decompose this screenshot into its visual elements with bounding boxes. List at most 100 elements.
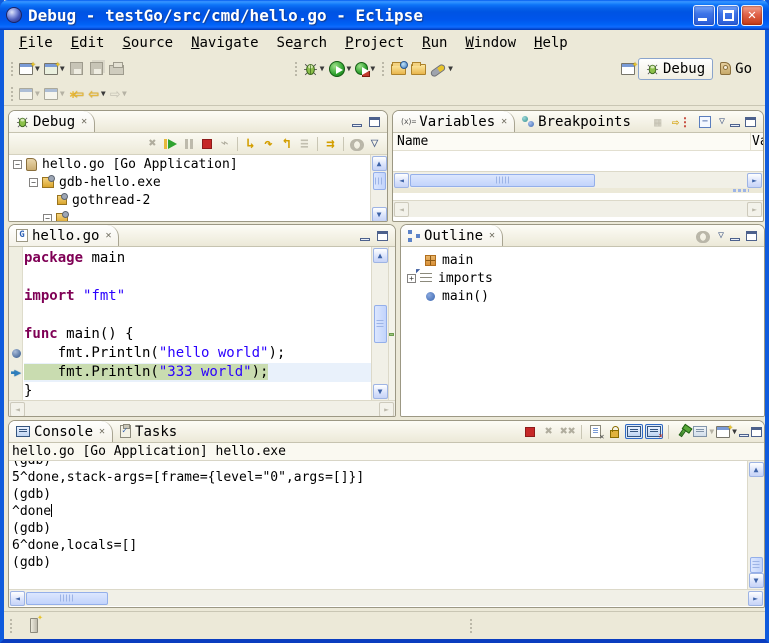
instruction-pointer-icon[interactable]: ▬▶ [10, 363, 22, 382]
scroll-lock-button[interactable] [606, 423, 623, 441]
tab-editor-hello-go[interactable]: G hello.go ✕ [9, 225, 119, 246]
code-line[interactable]: func main() { [24, 325, 371, 344]
close-tab-icon[interactable]: ✕ [489, 230, 495, 241]
menu-edit[interactable]: Edit [62, 33, 114, 54]
debug-view-extra-button[interactable] [348, 135, 365, 153]
console-terminate-button[interactable] [521, 423, 538, 441]
expand-expander-icon[interactable]: + [407, 274, 416, 283]
resume-button[interactable] [162, 135, 179, 153]
step-into-button[interactable]: ↳ [242, 135, 259, 153]
code-line[interactable]: fmt.Println("333 world"); [24, 363, 371, 382]
minimize-view-icon[interactable] [360, 238, 370, 241]
column-name[interactable]: Name [397, 134, 428, 149]
view-menu-icon[interactable]: ▽ [718, 230, 724, 241]
collapse-all-button[interactable]: − [696, 113, 714, 131]
breakpoint-marker-icon[interactable] [10, 344, 22, 363]
console-vertical-scrollbar[interactable]: ▲ ▼ [747, 461, 764, 589]
console-horizontal-scrollbar[interactable]: ◄ ► [9, 589, 764, 606]
show-stdout-toggle[interactable] [625, 424, 643, 439]
forward-button[interactable]: ⇨▼ [108, 83, 129, 105]
open-snippets-button[interactable] [388, 58, 408, 80]
perspective-debug-button[interactable]: Debug [638, 58, 713, 80]
menu-run[interactable]: Run [413, 33, 456, 54]
back-button[interactable]: ⇦▼ [87, 83, 108, 105]
toolbar-handle[interactable] [380, 60, 385, 77]
close-button[interactable]: ✕ [741, 5, 763, 26]
debug-tree-row-partial[interactable]: − [9, 209, 387, 222]
new-wizard-button[interactable]: ✦▼ [17, 58, 42, 80]
close-tab-icon[interactable]: ✕ [99, 426, 105, 437]
tab-debug[interactable]: Debug ✕ [9, 111, 95, 132]
code-line[interactable]: package main [24, 249, 371, 268]
outline-item-package[interactable]: main [401, 251, 764, 269]
use-step-filters-button[interactable]: ⇉ [322, 135, 339, 153]
save-all-button[interactable] [87, 58, 107, 80]
toolbar-handle[interactable] [9, 60, 14, 77]
code-line[interactable] [24, 268, 371, 287]
detail-horizontal-scrollbar[interactable]: ◄ ► [393, 200, 763, 217]
maximize-view-icon[interactable] [369, 117, 380, 127]
toolbar-handle[interactable] [9, 85, 14, 102]
menu-project[interactable]: Project [336, 33, 413, 54]
disconnect-button[interactable]: ⌁ [216, 135, 233, 153]
variables-detail-pane[interactable]: ◄ ► [393, 193, 763, 217]
scroll-down-icon[interactable]: ▼ [373, 384, 388, 399]
tab-tasks[interactable]: Tasks [113, 421, 184, 442]
close-tab-icon[interactable]: ✕ [501, 116, 507, 127]
search-button[interactable]: ▼ [428, 58, 455, 80]
minimize-view-icon[interactable] [730, 238, 740, 241]
remove-terminated-button[interactable]: ✖ [144, 135, 161, 153]
show-type-names-button[interactable]: ▦ [649, 113, 667, 131]
tab-outline[interactable]: Outline ✕ [401, 225, 503, 246]
display-selected-console-button[interactable]: ▼ [693, 423, 714, 441]
debug-tree-vertical-scrollbar[interactable]: ▲ ▼ [370, 155, 387, 222]
menu-navigate[interactable]: Navigate [182, 33, 267, 54]
code-line[interactable] [24, 306, 371, 325]
close-tab-icon[interactable]: ✕ [81, 116, 87, 127]
debug-tree-row-process[interactable]: − gdb-hello.exe [9, 173, 387, 191]
debug-tree-row-thread[interactable]: gothread-2 [9, 191, 387, 209]
editor-overview-ruler[interactable] [388, 247, 395, 400]
show-logical-structure-button[interactable]: ⇨⋮ [672, 113, 691, 131]
link-with-editor-button[interactable] [694, 227, 712, 245]
maximize-view-icon[interactable] [377, 231, 388, 241]
toolbar-handle[interactable] [293, 60, 298, 77]
editor-body[interactable]: ▬▶ package main import "fmt" func main() {… [9, 247, 395, 400]
scroll-left-icon[interactable]: ◄ [10, 591, 25, 606]
clear-console-button[interactable] [587, 423, 604, 441]
open-folder-button[interactable] [408, 58, 428, 80]
menu-search[interactable]: Search [268, 33, 337, 54]
save-button[interactable] [67, 58, 87, 80]
scroll-right-icon[interactable]: ► [747, 173, 762, 188]
run-launch-button[interactable]: ▼ [327, 58, 354, 80]
terminate-button[interactable] [198, 135, 215, 153]
tab-breakpoints[interactable]: Breakpoints [515, 111, 638, 132]
variables-horizontal-scrollbar[interactable]: ◄ ► [393, 171, 763, 188]
print-button[interactable] [107, 58, 127, 80]
last-edit-location-button[interactable]: ✱⇦ [67, 83, 87, 105]
scroll-left-icon[interactable]: ◄ [394, 173, 409, 188]
minimize-view-icon[interactable] [352, 124, 362, 127]
menu-window[interactable]: Window [456, 33, 525, 54]
close-tab-icon[interactable]: ✕ [105, 230, 111, 241]
minimize-view-icon[interactable] [730, 124, 740, 127]
scroll-right-icon[interactable]: ► [748, 591, 763, 606]
outline-item-imports[interactable]: + imports [401, 269, 764, 287]
variables-column-header[interactable]: Name Value [393, 133, 763, 151]
minimize-view-icon[interactable] [739, 434, 749, 437]
outline-item-main-func[interactable]: main() [401, 287, 764, 305]
step-return-button[interactable]: ↰ [278, 135, 295, 153]
show-stderr-toggle[interactable] [645, 424, 663, 439]
collapse-expander-icon[interactable]: − [13, 160, 22, 169]
drop-to-frame-button[interactable]: ≡ [296, 135, 313, 153]
editor-vertical-scrollbar[interactable]: ▲ ▼ [371, 247, 388, 400]
code-line[interactable]: import "fmt" [24, 287, 371, 306]
previous-annotation-button[interactable]: ▼ [42, 83, 67, 105]
new-project-button[interactable]: ✦▼ [42, 58, 67, 80]
view-menu-icon[interactable]: ▽ [366, 135, 383, 153]
scroll-down-icon[interactable]: ▼ [749, 573, 764, 588]
scroll-up-icon[interactable]: ▲ [373, 248, 388, 263]
maximize-view-icon[interactable] [745, 117, 756, 127]
minimize-button[interactable] [693, 5, 715, 26]
fast-view-icon[interactable] [30, 618, 38, 633]
